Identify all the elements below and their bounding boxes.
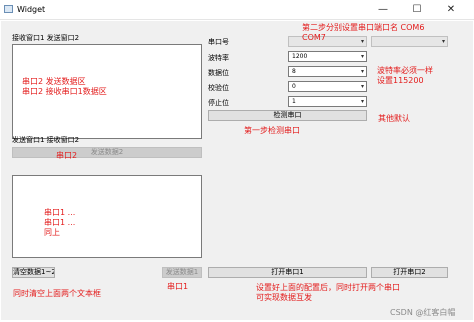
send-data-2-button[interactable]: 发送数据2 [12,147,202,158]
annotation-clear-note: 同时清空上面两个文本框 [13,289,101,298]
stop-bits-value: 1 [292,98,296,105]
chevron-down-icon: ▾ [360,68,364,75]
annotation-line: 波特率必须一样 [377,66,433,75]
annotation-top-area: 串口2 发送数据区 串口2 接收串口1数据区 [22,77,107,97]
annotation-line: 串口1 ... [44,218,76,227]
chevron-down-icon: ▾ [360,83,364,90]
send-window-1[interactable] [12,175,202,258]
watermark: CSDN @红客白帽 [390,308,456,317]
annotation-baud: 波特率必须一样 设置115200 [377,66,433,86]
chevron-down-icon: ▾ [360,98,364,105]
title-bar: Widget — ☐ ✕ [0,0,474,20]
annotation-line: 串口2 接收串口1数据区 [22,87,107,96]
maximize-button[interactable]: ☐ [404,0,430,20]
annotation-line: 第二步分别设置串口端口名 COM6 [302,23,425,32]
chevron-down-icon: ▾ [441,38,445,45]
parity-select[interactable]: 0 ▾ [288,81,367,92]
annotation-line: 设置好上面的配置后，同时打开两个串口 [256,283,400,292]
annotation-line: 串口2 发送数据区 [22,77,86,86]
client-area: 接收窗口1 发送窗口2 发送窗口1 接收窗口2 发送数据2 串口号 ▾ ▾ 波特… [1,21,473,320]
baud-rate-select[interactable]: 1200 ▾ [288,51,367,62]
open-port-2-button[interactable]: 打开串口2 [371,267,448,278]
setting-label-parity: 校验位 [208,84,229,92]
setting-label-port: 串口号 [208,38,229,46]
chevron-down-icon: ▾ [360,53,364,60]
annotation-step1: 第一步检测串口 [244,126,300,135]
annotation-line: COM7 [302,33,326,42]
annotation-config-note: 设置好上面的配置后，同时打开两个串口 可实现数据互发 [256,283,400,303]
bottom-area-header: 发送窗口1 接收窗口2 [12,136,80,144]
annotation-port1: 串口1 [167,282,189,291]
annotation-port2: 串口2 [56,151,78,160]
send-data-1-button[interactable]: 发送数据1 [162,267,202,278]
annotation-bottom-area: 串口1 ... 串口1 ... 同上 [44,208,75,238]
parity-value: 0 [292,83,296,90]
window-title: Widget [17,5,46,14]
stop-bits-select[interactable]: 1 ▾ [288,96,367,107]
setting-label-stopbits: 停止位 [208,99,229,107]
open-port-1-button[interactable]: 打开串口1 [208,267,367,278]
minimize-button[interactable]: — [370,0,396,20]
baud-rate-value: 1200 [292,53,308,60]
annotation-line: 可实现数据互发 [256,293,312,302]
annotation-step2: 第二步分别设置串口端口名 COM6 COM7 [302,23,424,43]
setting-label-baud: 波特率 [208,54,229,62]
annotation-line: 同上 [44,228,60,237]
annotation-others-default: 其他默认 [378,114,410,123]
close-button[interactable]: ✕ [438,0,464,20]
annotation-line: 串口1 ... [44,208,76,217]
clear-data-button[interactable]: 清空数据1~2 [12,267,55,278]
data-bits-select[interactable]: 8 ▾ [288,66,367,77]
top-area-header: 接收窗口1 发送窗口2 [12,34,80,42]
setting-label-databits: 数据位 [208,69,229,77]
data-bits-value: 8 [292,68,296,75]
annotation-line: 设置115200 [377,76,424,85]
app-icon [4,5,13,13]
detect-port-button[interactable]: 检测串口 [208,110,367,121]
